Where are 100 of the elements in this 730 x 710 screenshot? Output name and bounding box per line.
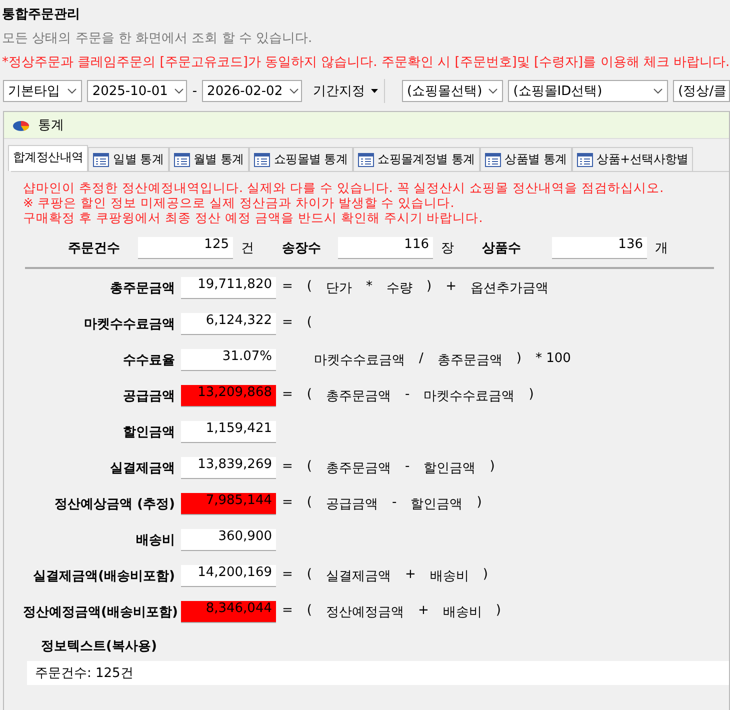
formula-term: ( (306, 459, 312, 476)
formula-term: 마켓수수료금액 (424, 388, 515, 405)
amount-label: 배송비 (135, 532, 175, 549)
formula-term: - (404, 459, 410, 476)
amount-label: 정산예정금액(배송비포함) (23, 604, 175, 621)
page-title: 통합주문관리 (2, 6, 81, 23)
list-window-icon (576, 152, 593, 166)
notice-text: 구매확정 후 쿠팡윙에서 최종 정산 예정 금액을 반드시 확인해 주시기 바랍니다. (23, 210, 484, 225)
amount-field[interactable]: 14,200,169 (181, 565, 276, 587)
formula-term: * 100 (535, 351, 571, 368)
amount-field[interactable]: 7,985,144 (181, 493, 276, 515)
count-label: 주문건수 (68, 240, 121, 257)
amount-field[interactable]: 360,900 (181, 529, 276, 551)
formula-term: ) (482, 567, 488, 584)
formula-term: - (404, 387, 410, 404)
amount-field[interactable]: 13,839,269 (181, 457, 276, 479)
amount-field[interactable]: 6,124,322 (181, 313, 276, 335)
formula-term: ( (306, 315, 312, 332)
list-window-icon (254, 152, 270, 166)
tab[interactable]: 상품+선택사항별 (572, 147, 694, 171)
unit-label: 장 (441, 240, 454, 257)
amount-label: 마켓수수료금액 (83, 316, 175, 333)
amount-field[interactable]: 31.07% (181, 349, 276, 371)
info-label: 정보텍스트(복사용) (41, 638, 158, 655)
pie-chart-icon (12, 118, 30, 132)
dropdown[interactable]: (정상/클 (673, 80, 730, 102)
formula-term: ) (490, 459, 495, 476)
formula-term: = (282, 495, 293, 512)
formula-term: + (446, 279, 456, 296)
formula-term: 배송비 (442, 604, 482, 621)
formula-term: 실결제금액 (326, 568, 391, 585)
amount-field[interactable]: 1,159,421 (181, 421, 276, 443)
formula-term: 총주문금액 (326, 388, 391, 405)
formula-term: 배송비 (430, 568, 469, 585)
amount-label: 공급금액 (122, 388, 175, 405)
unit-label: 건 (241, 240, 254, 257)
count-field[interactable]: 136 (552, 237, 647, 259)
chevron-down-icon (174, 88, 184, 94)
dropdown[interactable]: (쇼핑몰ID선택) (508, 80, 668, 102)
formula-term: ( (306, 387, 312, 404)
count-field[interactable]: 116 (338, 237, 433, 259)
amount-label: 총주문금액 (109, 280, 175, 297)
tab[interactable]: 일별 통계 (88, 147, 169, 171)
formula-term: 마켓수수료금액 (314, 352, 405, 369)
dialog-title: 통계 (38, 117, 64, 134)
caret-down-icon (371, 89, 378, 93)
tab[interactable]: 쇼핑몰별 통계 (248, 147, 353, 171)
formula-term: 총주문금액 (437, 352, 502, 369)
formula-term: 수량 (386, 280, 412, 297)
formula-term: = (282, 459, 293, 476)
tab[interactable]: 월별 통계 (168, 147, 249, 171)
formula-term: ( (306, 603, 312, 620)
count-label: 송장수 (282, 240, 322, 257)
formula-term: / (419, 351, 424, 368)
formula-term: = (282, 279, 293, 296)
formula-term: = (282, 603, 293, 620)
formula-term: 단가 (326, 280, 352, 297)
warning-text: *정상주문과 클레임주문의 [주문고유코드]가 동일하지 않습니다. 주문확인 시 [주문번호]및 [수령자]를 이용해 체크 바랍니다. (2, 54, 730, 71)
formula-term: = (282, 315, 293, 332)
formula-term: * (366, 279, 372, 296)
chevron-down-icon (67, 88, 78, 94)
tab[interactable]: 합계정산내역 (8, 145, 88, 171)
tab[interactable]: 상품별 통계 (480, 147, 572, 171)
list-window-icon (358, 152, 374, 166)
formula-term: 할인금액 (424, 460, 476, 477)
notice-text: 샵마인이 추정한 정산예정내역입니다. 실제와 다를 수 있습니다. 꼭 실정산시 쇼핑몰 정산내역을 점검하십시오. (23, 180, 665, 195)
formula-term: ( (306, 495, 312, 512)
chevron-down-icon (653, 88, 664, 94)
formula-term: ( (306, 567, 312, 584)
amount-label: 수수료율 (122, 352, 175, 369)
formula-term: 총주문금액 (326, 460, 391, 477)
info-text-area[interactable]: 주문건수: 125건 (27, 661, 729, 685)
formula-term: = (282, 387, 293, 404)
formula-term: ) (426, 279, 432, 296)
list-window-icon (174, 152, 190, 166)
dropdown[interactable]: (쇼핑몰선택) (402, 80, 504, 102)
amount-field[interactable]: 13,209,868 (181, 385, 276, 407)
amount-field[interactable]: 8,346,044 (181, 601, 276, 623)
range-dash: - (192, 84, 198, 98)
unit-label: 개 (655, 240, 668, 257)
count-field[interactable]: 125 (138, 237, 233, 259)
dropdown[interactable]: 기본타입 (3, 80, 82, 102)
formula-term: 정산예정금액 (326, 604, 404, 621)
page-subtitle: 모든 상태의 주문을 한 화면에서 조회 할 수 있습니다. (2, 30, 314, 47)
amount-field[interactable]: 19,711,820 (181, 277, 276, 299)
dropdown[interactable]: 2025-10-01 (87, 80, 188, 102)
chevron-down-icon (488, 88, 498, 94)
amount-label: 실결제금액(배송비포함) (32, 568, 175, 585)
formula-term: 공급금액 (326, 496, 378, 513)
formula-term: + (404, 567, 416, 584)
list-window-icon (93, 152, 110, 166)
dropdown[interactable]: 2026-02-02 (202, 80, 302, 102)
formula-term: - (392, 495, 397, 512)
formula-term: 할인금액 (410, 496, 463, 513)
amount-label: 정산예상금액 (추정) (54, 496, 175, 513)
formula-term: ( (306, 279, 312, 296)
amount-label: 실결제금액 (109, 460, 175, 477)
tab[interactable]: 쇼핑몰계정별 통계 (352, 147, 480, 171)
formula-term: 옵션추가금액 (470, 280, 548, 297)
formula-term: + (418, 603, 429, 620)
